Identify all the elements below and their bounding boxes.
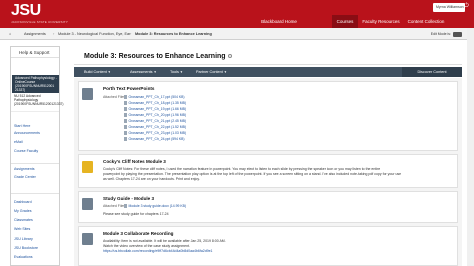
options-chevron-icon[interactable] [227,54,232,59]
file-icon [124,113,127,117]
file-icon [124,131,127,135]
attached-files-label: Attached Files: [103,204,127,208]
content-area: Porth Text PowerPoints Attached Files: G… [74,78,462,266]
sidebar-item-dashboard[interactable]: Dashboard [14,200,58,205]
item-title[interactable]: Cocky's Cliff Notes Module 3 [103,159,166,165]
item-description-line: Watch the video overview of the case stu… [103,244,191,248]
page-scrollbar[interactable] [467,28,474,266]
breadcrumb-module-3[interactable]: Module 3 - Neurological Function, Eye, E… [58,28,130,40]
tools-label: Tools [170,70,179,74]
sidebar-item-assignments[interactable]: Assignments [14,167,58,172]
content-item: Porth Text PowerPoints Attached Files: G… [78,81,458,151]
item-description-line: as well. Chapters 17-24 are on your hand… [103,177,200,181]
tab-courses[interactable]: Courses [332,15,358,28]
file-icon [124,101,127,105]
item-description-line: Cocky's Cliff Notes: For these cliff not… [103,167,381,171]
attached-file-link[interactable]: Grossman_PPT_Ch_21.ppt (2.45 MB) [124,119,186,123]
build-content-label: Build Content [84,70,107,74]
breadcrumb: ⌂ Assignments › Module 3 - Neurological … [0,28,474,40]
course-menu: Help & Support Advanced Pathophysiology … [10,46,63,266]
sidebar-item-jsu-bookstore[interactable]: JSU Bookstore [14,246,58,251]
sidebar-item-classmates[interactable]: Classmates [14,218,58,223]
sidebar-item-jsu-library[interactable]: JSU Library [14,237,58,242]
attached-files-label: Attached Files: [103,95,127,99]
university-logo-subtitle: JACKSONVILLE STATE UNIVERSITY [11,20,69,24]
chevron-down-icon: ▼ [153,70,157,74]
content-item: Study Guide - Module 3 Attached Files: M… [78,191,458,223]
assessments-label: Assessments [130,70,153,74]
sidebar-item-announcements[interactable]: Announcements [14,131,58,136]
course-title[interactable]: Advanced Pathophysiology - OnlineCourse … [12,75,59,93]
content-item: Module 3 Collaborate Recording Availabil… [78,226,458,266]
sidebar-item-course-faculty[interactable]: Course Faculty [14,149,58,154]
document-icon [82,88,93,100]
breadcrumb-assignments[interactable]: Assignments [24,28,46,40]
folder-icon [82,161,93,173]
sidebar-item-start-here[interactable]: Start Here [14,124,58,129]
home-icon[interactable]: ⌂ [9,28,11,40]
attached-file-link[interactable]: Grossman_PPT_Ch_24.ppt (594 KB) [124,137,184,141]
file-icon [124,137,127,141]
sidebar-item-my-grades[interactable]: My Grades [14,209,58,214]
page-title-wrap: Module 3: Resources to Enhance Learning [84,52,232,61]
university-logo[interactable]: JSU [11,3,41,19]
user-name: Myrna Williamson [436,5,464,9]
attached-file-link[interactable]: Grossman_PPT_Ch_18.ppt (1.35 MB) [124,101,186,105]
file-icon [124,119,127,123]
breadcrumb-separator-icon: › [130,31,132,36]
toggle-switch-icon[interactable] [453,31,462,37]
availability-text: Availability: Item is not available. It … [103,239,226,243]
attached-file-link[interactable]: Grossman_PPT_Ch_19.ppt (1.66 MB) [124,107,186,111]
breadcrumb-current-page: Module 3: Resources to Enhance Learning [135,32,212,36]
user-menu[interactable]: Myrna Williamson [433,3,465,12]
file-icon [124,95,127,99]
item-description-line: Please see study guide for chapters 17-2… [103,212,169,216]
logout-icon[interactable]: ⏻ [464,3,470,10]
recording-link[interactable]: https://us.bbcollab.com/recording/e9ff7d… [103,249,443,253]
chevron-down-icon: ▼ [179,70,183,74]
sidebar-divider [11,163,59,164]
chevron-down-icon: ▼ [223,70,227,74]
file-icon [124,107,127,111]
partner-content-label: Partner Content [196,70,223,74]
file-icon [124,125,127,129]
build-content-menu[interactable]: Build Content▼ [84,67,111,77]
page-header: Module 3: Resources to Enhance Learning [74,48,462,65]
edit-mode-toggle[interactable]: Edit Mode is: [431,31,462,37]
sidebar-item-grade-center[interactable]: Grade Center [14,175,58,180]
tab-content-collection[interactable]: Content Collection [405,15,447,28]
attached-file-link[interactable]: Grossman_PPT_Ch_23.ppt (1.03 MB) [124,131,186,135]
page-title: Module 3: Resources to Enhance Learning [84,53,226,60]
item-title[interactable]: Porth Text PowerPoints [103,86,154,92]
partner-content-menu[interactable]: Partner Content▼ [196,67,227,77]
tools-menu[interactable]: Tools▼ [170,67,183,77]
document-icon [82,233,93,245]
breadcrumb-separator-icon: › [53,31,55,36]
top-header: JSU JACKSONVILLE STATE UNIVERSITY Blackb… [0,0,474,28]
content-item: Cocky's Cliff Notes Module 3 Cocky's Cli… [78,154,458,188]
chevron-down-icon: ▼ [107,70,111,74]
attached-file-link[interactable]: Grossman_PPT_Ch_22.ppt (1.52 MB) [124,125,186,129]
item-description-line: powerpoint by playing the presentation. … [103,172,402,176]
sidebar-divider [11,193,59,194]
tab-faculty-resources[interactable]: Faculty Resources [361,15,401,28]
tab-blackboard-home[interactable]: Blackboard Home [256,15,302,28]
file-icon [124,204,127,208]
help-support-link[interactable]: Help & Support [11,47,59,58]
item-title[interactable]: Module 3 Collaborate Recording [103,231,173,237]
attached-file-link[interactable]: Grossman_PPT_Ch_17.ppt (504 KB) [124,95,184,99]
document-icon [82,198,93,210]
item-title[interactable]: Study Guide - Module 3 [103,196,154,202]
sidebar-item-evaluations[interactable]: Evaluations [14,255,58,260]
course-subtitle: NU 512 Advanced Pathophysiology (201900F… [11,94,63,112]
discover-content-button[interactable]: Discover Content [402,67,462,77]
edit-mode-label: Edit Mode is: [430,32,451,36]
sidebar-item-web-sites[interactable]: Web Sites [14,227,58,232]
assessments-menu[interactable]: Assessments▼ [130,67,157,77]
action-bar: Build Content▼ Assessments▼ Tools▼ Partn… [74,67,462,77]
attached-file-link[interactable]: Grossman_PPT_Ch_20.ppt (1.96 MB) [124,113,186,117]
sidebar-item-email[interactable]: eMail [14,140,58,145]
attached-file-link[interactable]: Module 3 study guide.docx (14.99 KB) [124,204,186,208]
